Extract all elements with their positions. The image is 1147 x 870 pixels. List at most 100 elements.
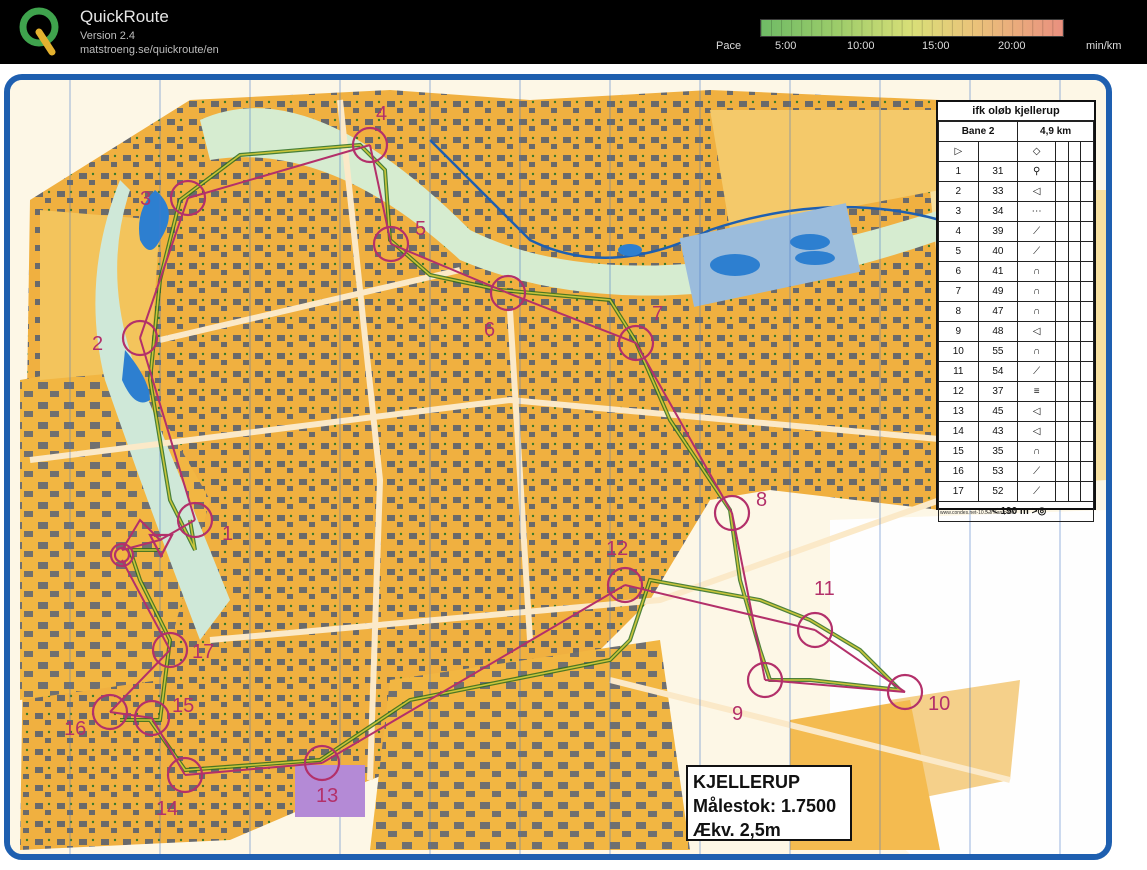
control-code: 47 <box>977 301 1019 322</box>
control-code: 55 <box>977 341 1019 362</box>
feature-symbol-icon: ◁ <box>1017 421 1057 442</box>
control-index: 8 <box>938 301 979 322</box>
control-index: 1 <box>938 161 979 182</box>
control-index: 11 <box>938 361 979 382</box>
feature-symbol-icon: ⚲ <box>1017 161 1057 182</box>
description-cell <box>1067 481 1082 502</box>
map-scale: Målestok: 1.7500 <box>693 796 837 816</box>
control-number: 14 <box>156 798 178 820</box>
control-code: 43 <box>977 421 1019 442</box>
control-number: 15 <box>172 695 194 717</box>
description-row: 7 49 ∩ <box>938 281 1094 302</box>
pace-tick: 20:00 <box>998 40 1026 52</box>
map-name: KJELLERUP <box>693 772 801 792</box>
description-row: 17 52 ⟋ <box>938 481 1094 502</box>
description-row: 15 35 ∩ <box>938 441 1094 462</box>
control-index: 9 <box>938 321 979 342</box>
description-cell <box>1067 281 1082 302</box>
feature-symbol-icon: ∩ <box>1017 261 1057 282</box>
description-cell <box>1080 481 1094 502</box>
feature-symbol-icon: ⟋ <box>1017 221 1057 242</box>
control-code: 41 <box>977 261 1019 282</box>
control-index: 12 <box>938 381 979 402</box>
control-number: 10 <box>928 693 950 715</box>
description-row: 12 37 ≡ <box>938 381 1094 402</box>
feature-symbol-icon: ⋯ <box>1017 201 1057 222</box>
finish-end-icon: >◎ <box>1031 506 1047 517</box>
description-cell <box>1080 241 1094 262</box>
pace-tick: 15:00 <box>922 40 950 52</box>
description-cell <box>1055 341 1069 362</box>
feature-symbol-icon: ◁ <box>1017 321 1057 342</box>
control-number: 6 <box>484 319 495 341</box>
description-cell <box>1067 341 1082 362</box>
description-cell <box>1055 461 1069 482</box>
description-row: 2 33 ◁ <box>938 181 1094 202</box>
control-number: 11 <box>814 578 835 600</box>
description-cell <box>1055 421 1069 442</box>
control-number: 17 <box>192 641 214 663</box>
description-cell <box>1067 221 1082 242</box>
diamond-icon: ◇ <box>1017 141 1057 162</box>
control-code: 45 <box>977 401 1019 422</box>
control-index: 4 <box>938 221 979 242</box>
control-code: 40 <box>977 241 1019 262</box>
description-row: 6 41 ∩ <box>938 261 1094 282</box>
control-number: 16 <box>64 718 86 740</box>
control-index: 3 <box>938 201 979 222</box>
description-cell <box>1080 421 1094 442</box>
control-index: 2 <box>938 181 979 202</box>
description-cell <box>1055 161 1069 182</box>
feature-symbol-icon: ∩ <box>1017 301 1057 322</box>
description-cell <box>1080 341 1094 362</box>
control-code: 39 <box>977 221 1019 242</box>
course-name: Bane 2 <box>937 121 1019 142</box>
description-cell <box>1055 401 1069 422</box>
control-code: 35 <box>977 441 1019 462</box>
control-index: 6 <box>938 261 979 282</box>
description-cell <box>1055 301 1069 322</box>
control-number: 13 <box>316 785 338 807</box>
start-triangle-icon: ▷ <box>938 141 979 162</box>
description-cell <box>1055 361 1069 382</box>
contour-interval: Ækv. 2,5m <box>693 820 781 840</box>
description-cell <box>1080 181 1094 202</box>
description-cell <box>1080 261 1094 282</box>
description-row: 4 39 ⟋ <box>938 221 1094 242</box>
control-code: 48 <box>977 321 1019 342</box>
description-cell <box>1067 301 1082 322</box>
control-code: 52 <box>977 481 1019 502</box>
control-code: 53 <box>977 461 1019 482</box>
description-cell <box>1067 421 1082 442</box>
control-code: 31 <box>977 161 1019 182</box>
pace-tick: 10:00 <box>847 40 875 52</box>
description-cell <box>1055 221 1069 242</box>
app-version: Version 2.4 <box>80 30 136 42</box>
app-url: matstroeng.se/quickroute/en <box>80 44 219 56</box>
description-cell <box>1080 441 1094 462</box>
description-cell <box>1055 261 1069 282</box>
control-description-card: ifk oløb kjellerup Bane 2 4,9 km ▷ ◇ 1 31… <box>936 100 1096 522</box>
feature-symbol-icon: ≡ <box>1017 381 1057 402</box>
control-code: 34 <box>977 201 1019 222</box>
control-index: 16 <box>938 461 979 482</box>
control-code: 54 <box>977 361 1019 382</box>
description-row: 16 53 ⟋ <box>938 461 1094 482</box>
description-cell <box>1055 181 1069 202</box>
control-code: 37 <box>977 381 1019 402</box>
description-cell <box>1067 241 1082 262</box>
control-index: 7 <box>938 281 979 302</box>
control-number: 9 <box>732 703 743 725</box>
description-cell <box>1080 201 1094 222</box>
description-cell <box>1080 301 1094 322</box>
control-number: 8 <box>756 489 767 511</box>
description-cell <box>1067 181 1082 202</box>
description-cell <box>1067 401 1082 422</box>
feature-symbol-icon: ⟋ <box>1017 461 1057 482</box>
control-code: 33 <box>977 181 1019 202</box>
description-cell <box>1080 361 1094 382</box>
description-cell <box>1055 381 1069 402</box>
description-row: 3 34 ⋯ <box>938 201 1094 222</box>
feature-symbol-icon: ◁ <box>1017 181 1057 202</box>
pace-unit: min/km <box>1086 40 1122 52</box>
